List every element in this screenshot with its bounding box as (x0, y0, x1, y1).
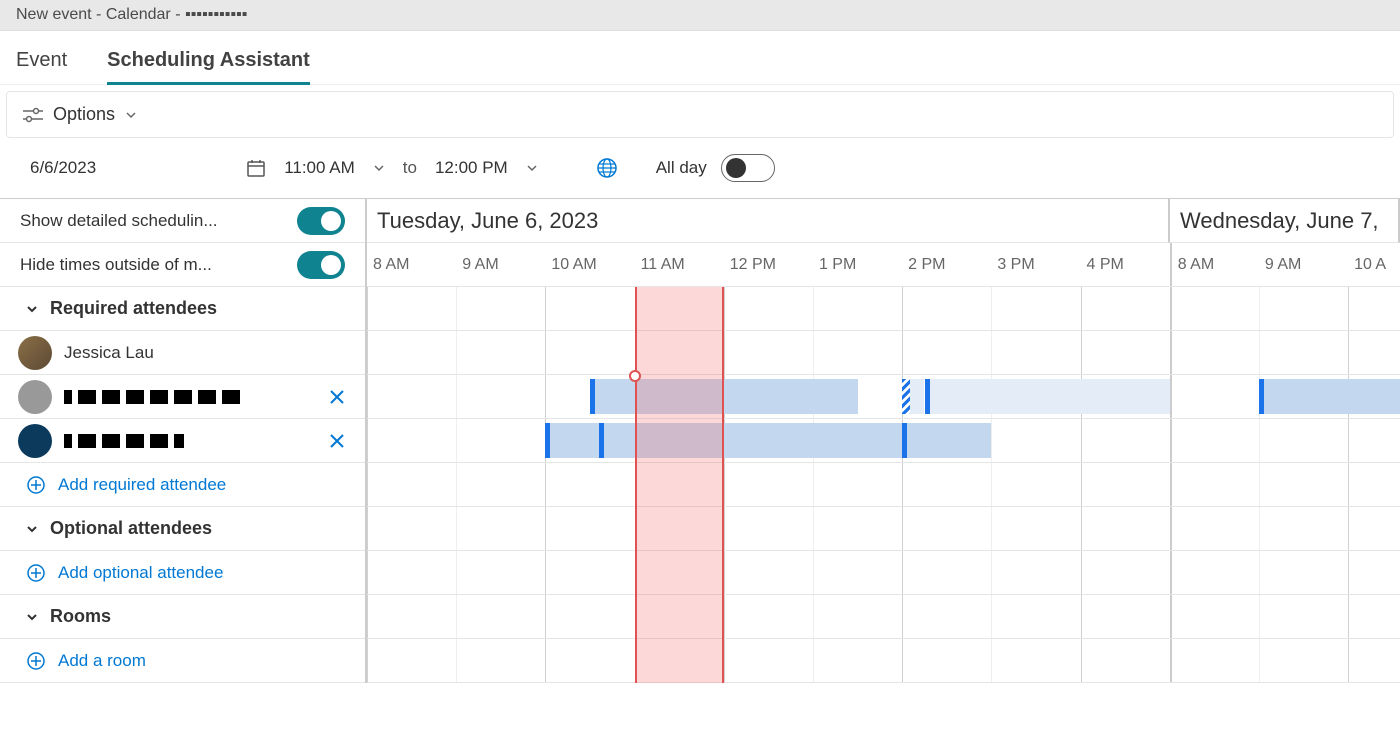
avatar (18, 380, 52, 414)
timeline-row-attendee (367, 419, 1400, 463)
date-input[interactable]: 6/6/2023 (30, 158, 266, 178)
options-label: Options (53, 104, 115, 125)
busy-block[interactable] (545, 423, 599, 458)
required-attendees-label: Required attendees (50, 298, 217, 319)
timeline-grid[interactable] (367, 287, 1400, 683)
to-label: to (403, 158, 417, 178)
all-day-label: All day (656, 158, 707, 178)
options-toolbar: Options (6, 91, 1394, 138)
day-header: Tuesday, June 6, 2023 (367, 199, 1170, 243)
required-attendees-section[interactable]: Required attendees (0, 287, 365, 331)
add-optional-label: Add optional attendee (58, 563, 223, 583)
end-time-select[interactable]: 12:00 PM (435, 158, 538, 178)
add-required-attendee[interactable]: Add required attendee (0, 463, 365, 507)
attendee-name (64, 387, 315, 407)
timeline-row-add-room (367, 639, 1400, 683)
timeline-row-rooms-header (367, 595, 1400, 639)
detailed-scheduling-label: Show detailed schedulin... (20, 211, 218, 231)
hour-label: 11 AM (635, 243, 724, 286)
hide-outside-label: Hide times outside of m... (20, 255, 212, 275)
plus-circle-icon (26, 563, 46, 583)
hour-label: 8 AM (1170, 243, 1259, 286)
calendar-icon[interactable] (246, 158, 266, 178)
optional-attendees-label: Optional attendees (50, 518, 212, 539)
chevron-down-icon (26, 303, 38, 315)
date-time-row: 6/6/2023 11:00 AM to 12:00 PM All day (0, 138, 1400, 199)
options-button[interactable]: Options (23, 104, 137, 125)
chevron-down-icon (373, 162, 385, 174)
attendee-name (64, 431, 315, 451)
chevron-down-icon (26, 523, 38, 535)
timeline-row-attendee (367, 375, 1400, 419)
tab-event[interactable]: Event (16, 41, 67, 84)
window-title: New event - Calendar - ▪▪▪▪▪▪▪▪▪▪▪ (0, 0, 1400, 31)
rooms-label: Rooms (50, 606, 111, 627)
timeline-row-required-header (367, 287, 1400, 331)
current-time-marker (629, 370, 641, 382)
hour-label: 9 AM (1259, 243, 1348, 286)
add-room-label: Add a room (58, 651, 146, 671)
timeline[interactable]: Tuesday, June 6, 2023 Wednesday, June 7,… (367, 199, 1400, 683)
busy-block[interactable] (902, 379, 924, 414)
day-header: Wednesday, June 7, (1170, 199, 1400, 243)
chevron-down-icon (26, 611, 38, 623)
hour-label: 3 PM (991, 243, 1080, 286)
hour-label: 4 PM (1081, 243, 1170, 286)
timezone-globe-icon[interactable] (596, 157, 618, 179)
hide-outside-toggle-row: Hide times outside of m... (0, 243, 365, 287)
end-time-value: 12:00 PM (435, 158, 508, 178)
attendee-row (0, 419, 365, 463)
hour-label: 10 AM (545, 243, 634, 286)
busy-block[interactable] (599, 423, 902, 458)
busy-block[interactable] (902, 423, 991, 458)
attendee-row: Jessica Lau (0, 331, 365, 375)
attendee-name: Jessica Lau (64, 343, 347, 363)
chevron-down-icon (526, 162, 538, 174)
timeline-row-add-optional (367, 551, 1400, 595)
all-day-toggle[interactable] (721, 154, 775, 182)
hour-label: 10 A (1348, 243, 1400, 286)
busy-block[interactable] (925, 379, 1170, 414)
hour-label: 9 AM (456, 243, 545, 286)
detailed-scheduling-toggle-row: Show detailed schedulin... (0, 199, 365, 243)
hour-label: 8 AM (367, 243, 456, 286)
timeline-row-optional-header (367, 507, 1400, 551)
add-optional-attendee[interactable]: Add optional attendee (0, 551, 365, 595)
tab-scheduling-assistant[interactable]: Scheduling Assistant (107, 41, 310, 84)
timeline-row-add-required (367, 463, 1400, 507)
sliders-icon (23, 107, 43, 123)
hour-label: 2 PM (902, 243, 991, 286)
remove-attendee-icon[interactable] (327, 431, 347, 451)
hide-outside-toggle[interactable] (297, 251, 345, 279)
hour-label: 1 PM (813, 243, 902, 286)
detailed-scheduling-toggle[interactable] (297, 207, 345, 235)
add-required-label: Add required attendee (58, 475, 226, 495)
plus-circle-icon (26, 651, 46, 671)
chevron-down-icon (125, 109, 137, 121)
hour-label: 12 PM (724, 243, 813, 286)
rooms-section[interactable]: Rooms (0, 595, 365, 639)
timeline-row-attendee (367, 331, 1400, 375)
avatar (18, 336, 52, 370)
date-value: 6/6/2023 (30, 158, 96, 178)
start-time-value: 11:00 AM (284, 158, 355, 178)
attendee-row (0, 375, 365, 419)
busy-block[interactable] (1259, 379, 1400, 414)
start-time-select[interactable]: 11:00 AM (284, 158, 385, 178)
attendee-sidebar: Show detailed schedulin... Hide times ou… (0, 199, 367, 683)
tab-bar: Event Scheduling Assistant (0, 31, 1400, 85)
busy-block[interactable] (590, 379, 858, 414)
plus-circle-icon (26, 475, 46, 495)
optional-attendees-section[interactable]: Optional attendees (0, 507, 365, 551)
avatar (18, 424, 52, 458)
add-room[interactable]: Add a room (0, 639, 365, 683)
remove-attendee-icon[interactable] (327, 387, 347, 407)
